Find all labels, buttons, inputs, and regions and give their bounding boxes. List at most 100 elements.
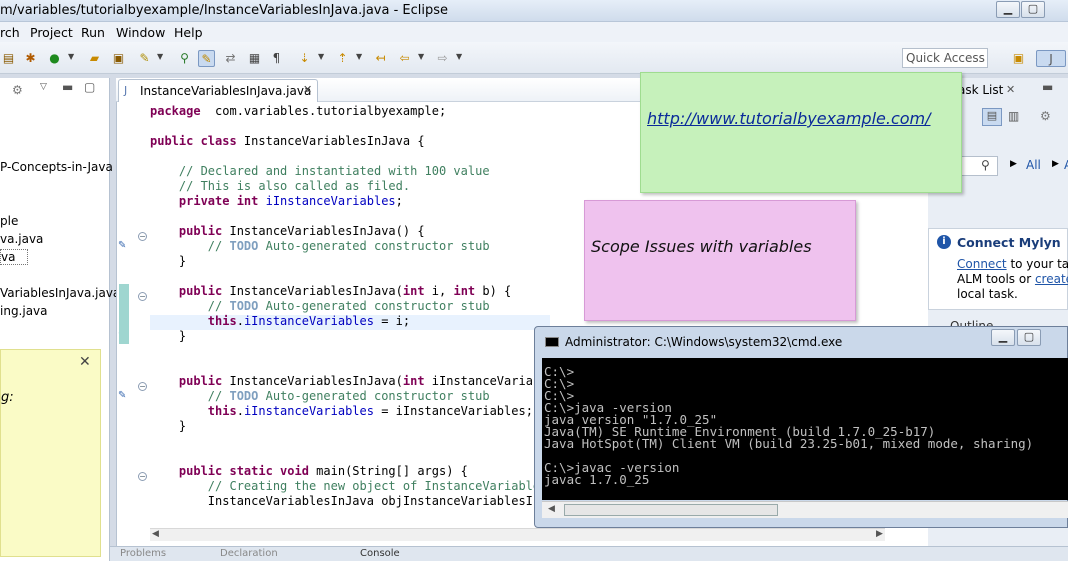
close-icon[interactable]: ✕ [79, 354, 91, 370]
window-title-bar[interactable]: m/variables/tutorialbyexample/InstanceVa… [0, 0, 1068, 22]
code-line[interactable]: // Declared and instantiated with 100 va… [150, 164, 547, 179]
code-line[interactable]: // Creating the new object of InstanceVa… [150, 479, 548, 494]
minimize-view-icon[interactable]: ▬ [1042, 80, 1053, 94]
code-text[interactable]: package com.variables.tutorialbyexample;… [150, 104, 547, 509]
menu-project[interactable]: Project [30, 25, 73, 40]
maximize-button[interactable]: ▢ [1021, 1, 1045, 18]
code-line[interactable]: } [150, 254, 547, 269]
tree-item[interactable]: P-Concepts-in-Java [0, 160, 113, 174]
task-list-tab[interactable]: ask List [958, 83, 1003, 97]
open-perspective-icon[interactable]: ▣ [1010, 50, 1027, 67]
scroll-right-icon[interactable]: ▶ [876, 529, 883, 539]
code-line[interactable]: public static void main(String[] args) { [150, 464, 547, 479]
menu-run[interactable]: Run [81, 25, 105, 40]
block-icon[interactable]: ▦ [246, 50, 263, 67]
scroll-thumb[interactable] [564, 504, 778, 516]
console-tab[interactable]: Console [360, 548, 400, 559]
code-line[interactable]: public InstanceVariablesInJava(int iInst… [150, 374, 548, 389]
view-menu-icon[interactable]: ▽ [40, 82, 47, 92]
minimize-view-icon[interactable]: ▬ [62, 80, 73, 94]
prev-annotation-icon[interactable]: ⇡ [334, 50, 351, 67]
menu-help[interactable]: Help [174, 25, 203, 40]
run-icon[interactable]: ● [46, 50, 63, 67]
prev-annotation-dropdown-icon[interactable]: ▼ [356, 52, 362, 61]
all-link[interactable]: All [1026, 158, 1041, 172]
editor-tab[interactable]: J InstanceVariablesInJava.java ✕ [118, 79, 318, 102]
declaration-tab[interactable]: Declaration [220, 548, 278, 559]
menu-window[interactable]: Window [116, 25, 165, 40]
code-line[interactable] [150, 344, 547, 359]
expand-icon[interactable]: ▶ [1052, 159, 1059, 169]
close-icon[interactable]: ✕ [1006, 83, 1015, 96]
pen-dropdown-icon[interactable]: ▼ [157, 52, 163, 61]
cmd-horizontal-scrollbar[interactable]: ◀ [542, 501, 1068, 518]
scroll-left-icon[interactable]: ◀ [152, 529, 159, 539]
editor-horizontal-scrollbar[interactable]: ◀ ▶ [150, 528, 885, 541]
code-line[interactable] [150, 209, 547, 224]
last-edit-icon[interactable]: ↤ [372, 50, 389, 67]
sticky-link[interactable]: http://www.tutorialbyexample.com/ [647, 109, 931, 128]
code-line[interactable]: this.iInstanceVariables = i; [150, 314, 547, 329]
fold-icon[interactable]: − [138, 292, 147, 301]
code-line[interactable]: // TODO Auto-generated constructor stub [150, 299, 547, 314]
pen-icon[interactable]: ✎ [136, 50, 153, 67]
code-line[interactable] [150, 434, 547, 449]
minimize-button[interactable]: ▁ [996, 1, 1020, 18]
expand-icon[interactable]: ▶ [1010, 159, 1017, 169]
green-sticky-note[interactable]: http://www.tutorialbyexample.com/ [640, 72, 962, 193]
code-line[interactable] [150, 359, 547, 374]
menu-search[interactable]: rch [0, 25, 20, 40]
minimize-button[interactable]: ▁ [991, 329, 1015, 346]
task-marker-icon[interactable]: ✎ [118, 240, 126, 251]
connect-link[interactable]: Connect [957, 257, 1007, 271]
forward-icon[interactable]: ⇨ [434, 50, 451, 67]
open-icon[interactable]: ▤ [0, 50, 17, 67]
code-line[interactable]: this.iInstanceVariables = iInstanceVaria… [150, 404, 547, 419]
forward-dropdown-icon[interactable]: ▼ [456, 52, 462, 61]
tree-item-selected[interactable]: va [0, 249, 29, 265]
debug-icon[interactable]: ✱ [22, 50, 39, 67]
back-icon[interactable]: ⇦ [396, 50, 413, 67]
open-folder-icon[interactable]: ▰ [86, 50, 103, 67]
code-line[interactable]: package com.variables.tutorialbyexample; [150, 104, 547, 119]
tree-item[interactable]: ing.java [0, 304, 48, 318]
create-link[interactable]: create [1035, 272, 1068, 286]
code-line[interactable] [150, 269, 547, 284]
pink-sticky-note[interactable]: Scope Issues with variables [584, 200, 856, 321]
code-line[interactable]: public InstanceVariablesInJava() { [150, 224, 547, 239]
maximize-view-icon[interactable]: ▢ [84, 80, 95, 94]
paragraph-icon[interactable]: ¶ [268, 50, 285, 67]
collapse-all-icon[interactable]: ⚙ [12, 83, 23, 97]
cmd-output[interactable]: C:\> C:\> C:\> C:\>java -version java ve… [542, 358, 1068, 500]
code-line[interactable]: public InstanceVariablesInJava(int i, in… [150, 284, 547, 299]
tree-item[interactable]: ple [0, 214, 18, 228]
code-line[interactable] [150, 149, 547, 164]
code-line[interactable]: InstanceVariablesInJava objInstanceVaria… [150, 494, 548, 509]
tree-item[interactable]: va.java [0, 232, 43, 246]
back-dropdown-icon[interactable]: ▼ [418, 52, 424, 61]
scheduled-icon[interactable]: ▥ [1008, 109, 1019, 123]
code-line[interactable] [150, 449, 547, 464]
yellow-sticky-note[interactable]: ✕ g: [0, 349, 101, 557]
task-marker-icon[interactable]: ✎ [118, 390, 126, 401]
problems-tab[interactable]: Problems [120, 548, 166, 559]
link-icon[interactable]: ⇄ [222, 50, 239, 67]
highlight-toggle-icon[interactable]: ✎ [198, 50, 215, 67]
fold-icon[interactable]: − [138, 472, 147, 481]
categorized-icon[interactable]: ▤ [982, 108, 1002, 126]
tree-item[interactable]: VariablesInJava.java [0, 286, 120, 300]
a-link[interactable]: A [1064, 158, 1068, 172]
code-line[interactable]: // TODO Auto-generated constructor stub [150, 239, 547, 254]
fold-icon[interactable]: − [138, 232, 147, 241]
java-perspective-icon[interactable]: J [1036, 50, 1066, 67]
code-line[interactable]: // TODO Auto-generated constructor stub [150, 389, 547, 404]
close-tab-icon[interactable]: ✕ [303, 83, 312, 96]
next-annotation-icon[interactable]: ⇣ [296, 50, 313, 67]
code-line[interactable] [150, 119, 547, 134]
fold-icon[interactable]: − [138, 382, 147, 391]
pin-icon[interactable]: ⚲ [176, 50, 193, 67]
code-line[interactable]: } [150, 419, 547, 434]
code-line[interactable]: public class InstanceVariablesInJava { [150, 134, 547, 149]
scroll-left-icon[interactable]: ◀ [548, 504, 555, 514]
package-icon[interactable]: ▣ [110, 50, 127, 67]
